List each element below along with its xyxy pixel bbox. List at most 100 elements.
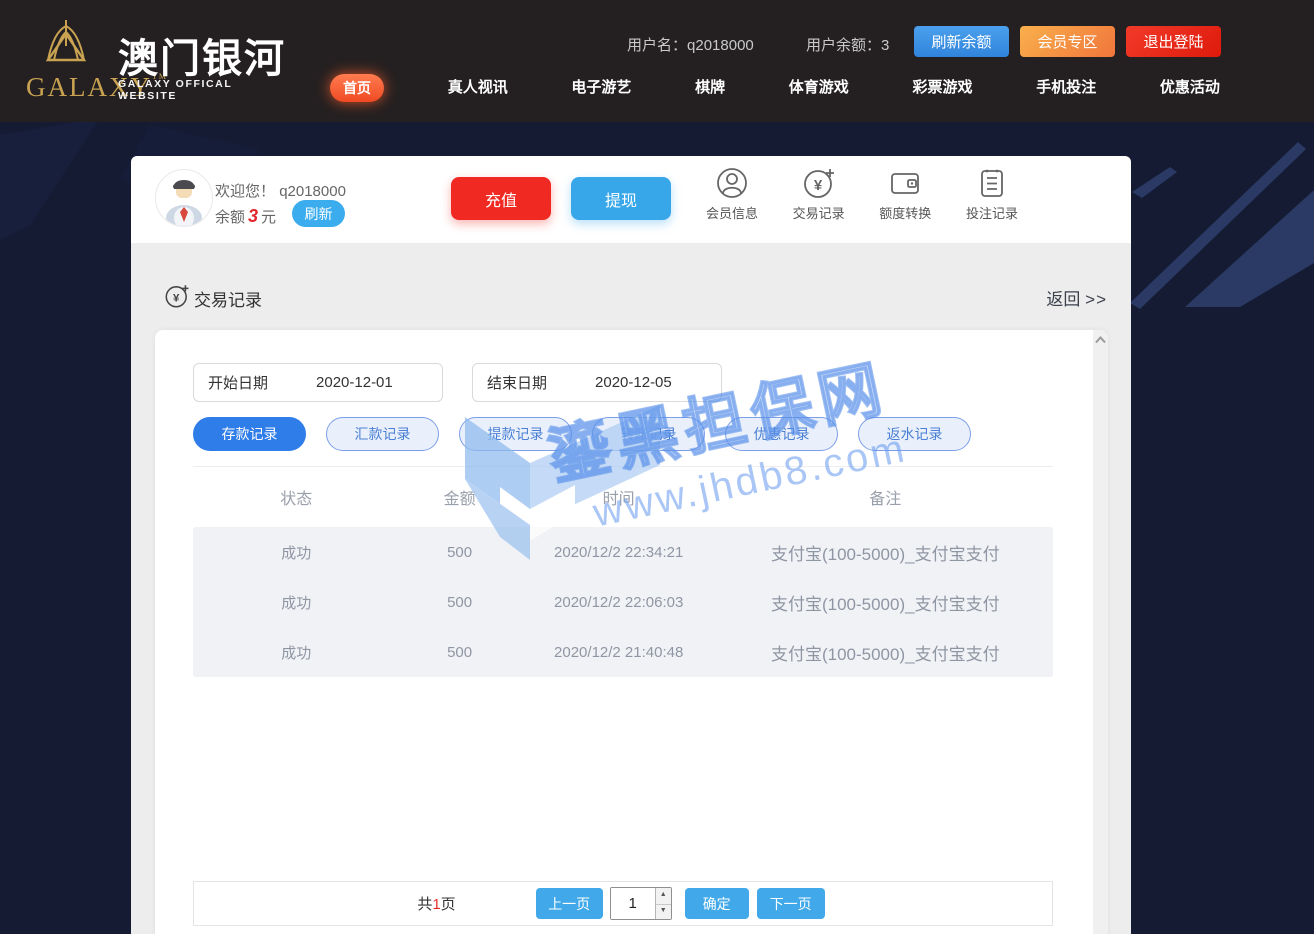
menu-transaction-record[interactable]: ¥ 交易记录 (784, 166, 854, 222)
cell-amount: 500 (399, 594, 519, 611)
nav-item-home[interactable]: 首页 (330, 74, 384, 102)
nav-item-lottery[interactable]: 彩票游戏 (913, 74, 973, 102)
page-number-input[interactable] (611, 888, 655, 919)
top-header: GALAXYTM 澳门银河 GALAXY OFFICAL WEBSITE 用户名… (0, 0, 1314, 122)
end-date-input[interactable] (595, 374, 705, 391)
avatar-person-icon (156, 170, 212, 226)
deposit-button[interactable]: 充值 (451, 177, 551, 220)
page-total: 共1页 (417, 893, 455, 914)
start-date-input[interactable] (316, 374, 426, 391)
prev-page-button[interactable]: 上一页 (536, 888, 603, 919)
vip-zone-button[interactable]: 会员专区 (1020, 26, 1115, 57)
nav-item-promotions[interactable]: 优惠活动 (1160, 74, 1220, 102)
section-title: 交易记录 (194, 286, 262, 311)
member-info-icon (715, 166, 749, 200)
transaction-section: ¥ 交易记录 返回 >> 开始日期 结束日期 存款记录 汇款记录 提款记录 转账… (131, 243, 1131, 934)
header-username: 用户名：q2018000 (627, 34, 754, 55)
confirm-page-button[interactable]: 确定 (685, 888, 749, 919)
scrollbar[interactable] (1093, 330, 1108, 934)
cell-time: 2020/12/2 21:40:48 (520, 644, 718, 661)
nav-item-slots[interactable]: 电子游艺 (571, 74, 631, 102)
bg-stripe (1130, 142, 1306, 309)
logo-subtitle: GALAXY OFFICAL WEBSITE (118, 78, 286, 102)
scroll-up-icon (1095, 336, 1106, 344)
menu-member-info[interactable]: 会员信息 (697, 166, 767, 222)
cell-time: 2020/12/2 22:34:21 (520, 544, 718, 561)
page-total-count: 1 (432, 896, 440, 913)
col-remark: 备注 (718, 485, 1053, 509)
menu-bet-record[interactable]: 投注记录 (957, 166, 1027, 222)
tab-remittance-records[interactable]: 汇款记录 (326, 417, 439, 451)
stepper-down-icon[interactable]: ▼ (656, 905, 671, 920)
tab-deposit-records[interactable]: 存款记录 (193, 417, 306, 451)
tab-transfer-records[interactable]: 转账记录 (592, 417, 705, 451)
table-row: 成功 500 2020/12/2 21:40:48 支付宝(100-5000)_… (193, 627, 1053, 677)
menu-label: 交易记录 (784, 203, 854, 222)
nav-item-live-casino[interactable]: 真人视讯 (448, 74, 508, 102)
cell-remark: 支付宝(100-5000)_支付宝支付 (718, 540, 1053, 565)
cell-status: 成功 (193, 642, 399, 663)
tab-promo-records[interactable]: 优惠记录 (725, 417, 838, 451)
logo-brand-cn: 澳门银河 (118, 26, 286, 84)
nav-item-mobile-bet[interactable]: 手机投注 (1036, 74, 1096, 102)
refresh-balance-button[interactable]: 刷新余额 (914, 26, 1009, 57)
pagination: 共1页 上一页 ▲ ▼ 确定 下一页 (193, 881, 1053, 926)
tab-withdrawal-records[interactable]: 提款记录 (459, 417, 572, 451)
header-balance: 用户余额：3 (806, 34, 889, 55)
back-link[interactable]: 返回 >> (1046, 285, 1107, 310)
menu-label: 投注记录 (957, 203, 1027, 222)
transaction-record-icon: ¥ (802, 166, 836, 200)
menu-quota-transfer[interactable]: 额度转换 (870, 166, 940, 222)
col-status: 状态 (193, 485, 399, 509)
cell-status: 成功 (193, 542, 399, 563)
table-header: 状态 金额 时间 备注 (193, 466, 1053, 527)
page-number-field: ▲ ▼ (610, 887, 672, 920)
bg-parallelogram (1185, 190, 1314, 307)
stepper-up-icon[interactable]: ▲ (656, 888, 671, 905)
record-tabs: 存款记录 汇款记录 提款记录 转账记录 优惠记录 返水记录 (193, 417, 971, 451)
balance-text: 余额3元 (215, 206, 276, 227)
galaxy-fountain-icon (40, 16, 92, 68)
start-date-field[interactable]: 开始日期 (193, 363, 443, 402)
menu-label: 额度转换 (870, 203, 940, 222)
welcome-text: 欢迎您！ q2018000 (215, 180, 346, 201)
balance-value: 3 (245, 206, 261, 226)
next-page-button[interactable]: 下一页 (757, 888, 825, 919)
withdraw-button[interactable]: 提现 (571, 177, 671, 220)
table-row: 成功 500 2020/12/2 22:06:03 支付宝(100-5000)_… (193, 577, 1053, 627)
section-transaction-icon: ¥ (164, 283, 190, 309)
page-number-stepper: ▲ ▼ (655, 888, 671, 919)
site-logo[interactable]: GALAXYTM 澳门银河 GALAXY OFFICAL WEBSITE (26, 12, 286, 112)
cell-remark: 支付宝(100-5000)_支付宝支付 (718, 640, 1053, 665)
nav-item-sports[interactable]: 体育游戏 (789, 74, 849, 102)
end-date-field[interactable]: 结束日期 (472, 363, 722, 402)
col-time: 时间 (520, 485, 718, 509)
bg-small-quad (1132, 167, 1177, 198)
section-title-row: ¥ 交易记录 返回 >> (131, 243, 1131, 330)
refresh-balance-pill[interactable]: 刷新 (292, 200, 345, 227)
quota-transfer-icon (888, 166, 922, 200)
cell-amount: 500 (399, 644, 519, 661)
table-row: 成功 500 2020/12/2 22:34:21 支付宝(100-5000)_… (193, 527, 1053, 577)
cell-status: 成功 (193, 592, 399, 613)
col-amount: 金额 (399, 485, 519, 509)
cell-amount: 500 (399, 544, 519, 561)
table-body: 成功 500 2020/12/2 22:34:21 支付宝(100-5000)_… (193, 527, 1053, 677)
user-panel: 欢迎您！ q2018000 余额3元 刷新 充值 提现 会员信息 ¥ 交易记录 (131, 156, 1131, 243)
nav-item-chess[interactable]: 棋牌 (695, 74, 725, 102)
start-date-label: 开始日期 (208, 372, 268, 393)
end-date-label: 结束日期 (487, 372, 547, 393)
bet-record-icon (975, 166, 1009, 200)
svg-text:¥: ¥ (813, 177, 822, 194)
bg-left-shape (0, 118, 100, 240)
avatar[interactable] (155, 169, 213, 227)
tab-rebate-records[interactable]: 返水记录 (858, 417, 971, 451)
menu-label: 会员信息 (697, 203, 767, 222)
logout-button[interactable]: 退出登陆 (1126, 26, 1221, 57)
svg-text:¥: ¥ (173, 292, 180, 304)
back-arrows-icon: >> (1085, 290, 1107, 309)
cell-remark: 支付宝(100-5000)_支付宝支付 (718, 590, 1053, 615)
records-panel: 开始日期 结束日期 存款记录 汇款记录 提款记录 转账记录 优惠记录 返水记录 … (155, 330, 1108, 934)
user-menu: 会员信息 ¥ 交易记录 额度转换 投注记录 (697, 166, 1027, 222)
cell-time: 2020/12/2 22:06:03 (520, 594, 718, 611)
